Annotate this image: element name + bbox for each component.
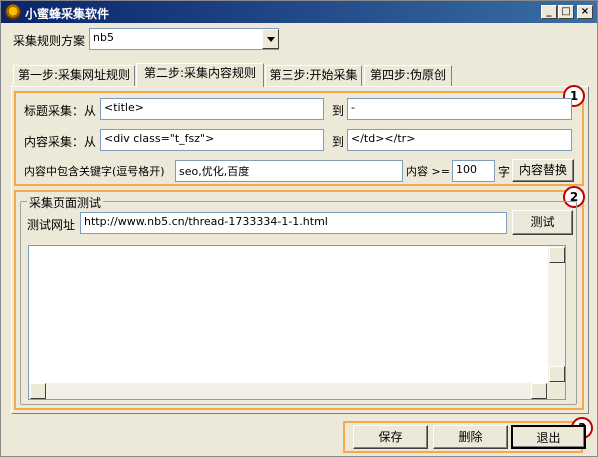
content-start-value: <div class="t_fsz"> bbox=[104, 132, 215, 145]
test-result-textarea[interactable] bbox=[28, 245, 566, 400]
title-to-label: 到 bbox=[332, 104, 345, 118]
content-start-input[interactable]: <div class="t_fsz"> bbox=[100, 129, 324, 151]
keywords-input[interactable]: seo,优化,百度 bbox=[175, 160, 403, 182]
vertical-scrollbar[interactable] bbox=[548, 246, 565, 383]
title-end-value: - bbox=[351, 101, 355, 114]
scroll-up-icon[interactable] bbox=[549, 247, 565, 263]
close-button[interactable]: × bbox=[577, 5, 593, 19]
window-title: 小蜜蜂采集软件 bbox=[25, 7, 110, 21]
content-to-label: 到 bbox=[332, 135, 345, 149]
exit-button[interactable]: 退出 bbox=[511, 425, 586, 449]
scheme-label: 采集规则方案 bbox=[13, 34, 86, 48]
tab-label: 第三步:开始采集 bbox=[269, 68, 358, 82]
bee-app-icon bbox=[5, 4, 21, 20]
tab-url-rules[interactable]: 第一步:采集网址规则 bbox=[13, 65, 135, 86]
tab-pseudo-original[interactable]: 第四步:伪原创 bbox=[364, 65, 452, 86]
scrollbar-corner bbox=[548, 383, 565, 399]
scheme-select-value: nb5 bbox=[93, 31, 114, 44]
title-start-value: <title> bbox=[104, 101, 144, 114]
chevron-down-icon[interactable] bbox=[262, 29, 279, 49]
min-length-unit: 字 bbox=[498, 165, 511, 179]
scroll-down-icon[interactable] bbox=[549, 366, 565, 382]
tab-label: 第四步:伪原创 bbox=[369, 68, 447, 82]
main-window: 小蜜蜂采集软件 _ □ × 采集规则方案 nb5 第一步:采集网址规则 第二步:… bbox=[0, 0, 598, 457]
test-group-label: 采集页面测试 bbox=[27, 194, 104, 211]
test-button[interactable]: 测试 bbox=[512, 210, 573, 235]
horizontal-scrollbar[interactable] bbox=[29, 383, 548, 399]
maximize-button[interactable]: □ bbox=[558, 5, 574, 19]
save-button[interactable]: 保存 bbox=[353, 425, 428, 449]
content-replace-button[interactable]: 内容替换 bbox=[512, 159, 574, 182]
tab-start-collecting[interactable]: 第三步:开始采集 bbox=[265, 65, 362, 86]
scroll-right-icon[interactable] bbox=[531, 383, 547, 399]
min-length-input[interactable]: 100 bbox=[452, 160, 495, 182]
keywords-label: 内容中包含关键字(逗号格开) bbox=[24, 165, 165, 178]
tab-label: 第一步:采集网址规则 bbox=[17, 68, 131, 82]
min-length-value: 100 bbox=[456, 163, 477, 176]
test-url-input[interactable]: http://www.nb5.cn/thread-1733334-1-1.htm… bbox=[80, 212, 507, 234]
scheme-select[interactable]: nb5 bbox=[89, 28, 279, 50]
delete-button[interactable]: 删除 bbox=[433, 425, 508, 449]
keywords-value: seo,优化,百度 bbox=[179, 165, 250, 178]
content-end-input[interactable]: </td></tr> bbox=[347, 129, 572, 151]
minimize-button[interactable]: _ bbox=[541, 5, 557, 19]
title-bar[interactable]: 小蜜蜂采集软件 _ □ × bbox=[1, 1, 597, 23]
min-length-label: 内容 >= bbox=[406, 165, 450, 178]
test-url-label: 测试网址 bbox=[27, 218, 76, 232]
content-rule-label: 内容采集：从 bbox=[24, 135, 97, 149]
title-end-input[interactable]: - bbox=[347, 98, 572, 120]
content-end-value: </td></tr> bbox=[351, 132, 416, 145]
tab-content-rules[interactable]: 第二步:采集内容规则 bbox=[136, 63, 264, 87]
title-rule-label: 标题采集：从 bbox=[24, 104, 97, 118]
title-start-input[interactable]: <title> bbox=[100, 98, 324, 120]
tab-label: 第二步:采集内容规则 bbox=[143, 66, 257, 80]
test-url-value: http://www.nb5.cn/thread-1733334-1-1.htm… bbox=[84, 215, 328, 228]
scroll-left-icon[interactable] bbox=[30, 383, 46, 399]
